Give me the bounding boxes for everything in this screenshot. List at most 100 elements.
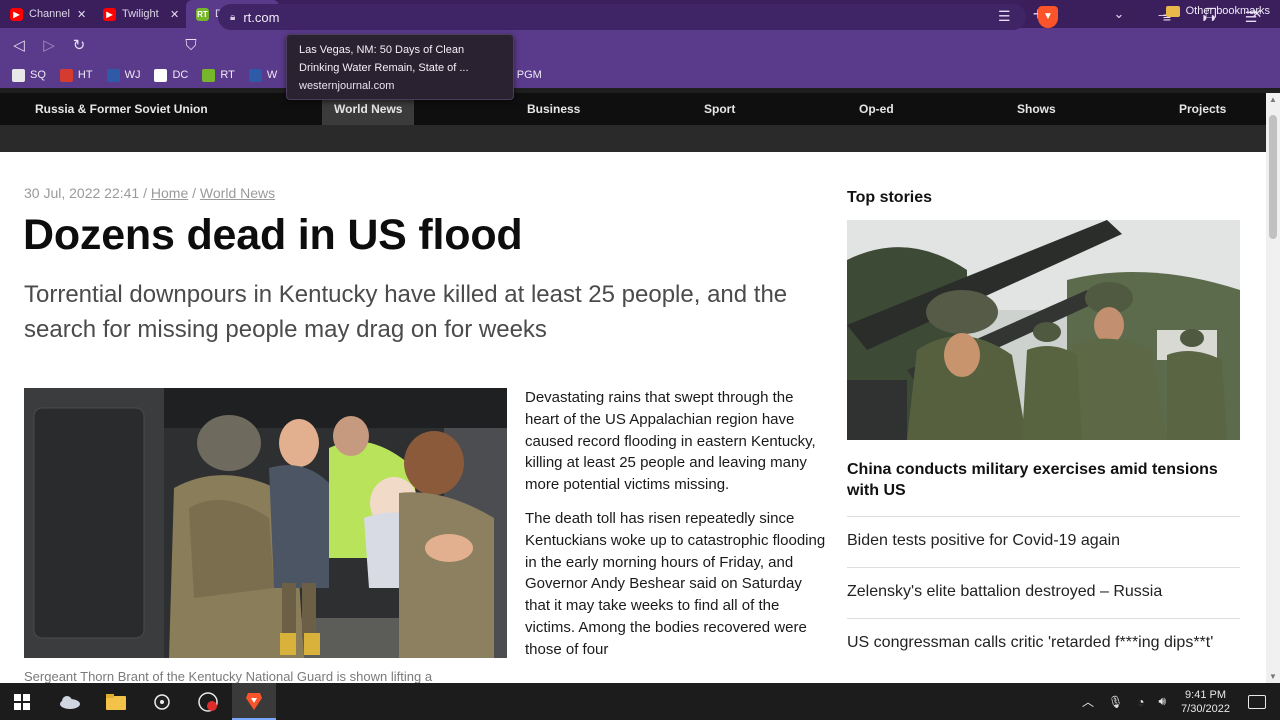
scroll-up-icon[interactable]: ▲ [1269,95,1277,104]
top-stories-heading: Top stories [847,189,933,206]
bookmark-icon[interactable]: ⛉ [176,31,206,59]
tab-favicon-icon: ▶ [10,7,23,21]
article-meta: 30 Jul, 2022 22:41 / Home / World News [24,185,275,201]
tab-hover-tooltip: Las Vegas, NM: 50 Days of Clean Drinking… [286,34,514,100]
bookmark-item[interactable]: SQ [12,68,46,82]
bookmark-label: RT [220,69,235,81]
nav-shows[interactable]: Shows [1017,93,1056,125]
reload-icon[interactable]: ↻ [64,31,94,59]
bookmark-favicon-icon [154,68,168,82]
bookmark-label: W [266,69,278,81]
notification-center-icon[interactable] [1248,694,1266,709]
tab-close-icon[interactable]: ✕ [170,8,180,21]
article-body: Devastating rains that swept through the… [525,387,830,673]
top-story-photo[interactable] [847,220,1240,440]
taskbar-app-weather[interactable] [48,683,92,720]
windows-logo-icon [14,693,30,710]
other-bookmarks-label: Other bookmarks [1185,5,1270,17]
bookmark-label: WJ [124,69,141,81]
scrollbar-thumb[interactable] [1269,115,1277,239]
navigation-bar: ◁ ▷ ↻ ⛉ [0,28,1280,62]
bookmarks-bar: SQHTWJDCRTWredditMAILGWPPGM [0,62,1280,88]
tab-favicon-icon: RT [196,7,209,21]
bookmark-item[interactable]: HT [59,68,93,82]
tab-title: Twilight [122,8,159,20]
breadcrumb-separator: / [139,185,151,201]
nav-projects[interactable]: Projects [1179,93,1226,125]
screen: ▶Channel cor✕▶Twilight✕RTDozens✕WLas Veg… [0,0,1280,720]
breadcrumb-home[interactable]: Home [151,185,188,201]
bookmark-favicon-icon [12,68,25,82]
article-paragraph: The death toll has risen repeatedly sinc… [525,509,826,658]
page-scrollbar[interactable]: ▲ ▼ [1266,93,1280,683]
start-button[interactable] [0,683,44,720]
address-bar[interactable]: 🔒︎ rt.com [218,4,1026,30]
other-bookmarks[interactable]: Other bookmarks [1165,5,1270,17]
network-icon[interactable]: ◔ [1137,695,1144,709]
lock-icon: 🔒︎ [230,11,236,23]
clock-date: 7/30/2022 [1181,702,1230,715]
article-photo [24,388,507,658]
clock-time: 9:41 PM [1185,688,1227,701]
flood-rescue-photo [24,388,507,658]
nav-russia[interactable]: Russia & Former Soviet Union [35,93,208,125]
article-paragraph: Devastating rains that swept through the… [525,389,816,494]
breadcrumb-world-news[interactable]: World News [200,185,275,201]
bookmark-item[interactable]: DC [154,68,189,82]
breadcrumb-separator: / [188,185,200,201]
tooltip-title-line1: Las Vegas, NM: 50 Days of Clean [299,44,465,56]
bookmark-favicon-icon [202,68,216,82]
record-icon [198,691,218,712]
nav-business[interactable]: Business [527,93,580,125]
bookmark-label: HT [77,69,93,81]
tab-title: Channel cor [29,8,73,20]
taskbar-app-file-explorer[interactable] [94,683,138,720]
taskbar-app-recorder[interactable] [186,683,230,720]
back-icon[interactable]: ◁ [4,31,34,59]
system-tray: ︿ 🎙︎ ◔ 🔊︎ 9:41 PM 7/30/2022 [1075,683,1280,720]
site-navigation: Russia & Former Soviet Union World News … [0,93,1266,125]
folder-icon [106,693,126,710]
tab-favicon-icon: ▶ [103,7,116,21]
brave-shields-icon[interactable]: ▼ [1038,6,1058,28]
top-story-headline[interactable]: China conducts military exercises amid t… [847,459,1240,501]
bookmark-favicon-icon [248,68,262,82]
bookmark-label: SQ [30,69,46,81]
bookmark-label: PGM [516,69,542,81]
bookmark-favicon-icon [59,68,73,82]
top-story-link[interactable]: US congressman calls critic 'retarded f*… [847,618,1240,652]
browser-tab[interactable]: ▶ Twilight ✕ [93,0,186,28]
taskbar-clock[interactable]: 9:41 PM 7/30/2022 [1181,688,1230,716]
bookmark-item[interactable]: W [248,68,278,82]
tray-overflow-icon[interactable]: ︿ [1082,693,1094,710]
photo-caption: Sergeant Thorn Brant of the Kentucky Nat… [24,669,433,683]
folder-icon [1165,5,1180,17]
taskbar-app-utility[interactable] [140,683,184,720]
taskbar-app-brave[interactable] [232,683,276,720]
top-story-link[interactable]: Biden tests positive for Covid-19 again [847,516,1240,550]
browser-tab[interactable]: ▶ Channel cor ✕ [0,0,93,28]
sub-navigation-bar [0,125,1266,152]
scroll-down-icon[interactable]: ▼ [1269,672,1277,681]
top-story-link[interactable]: Zelensky's elite battalion destroyed – R… [847,567,1240,601]
article-summary: Torrential downpours in Kentucky have ki… [24,281,788,343]
forward-icon[interactable]: ▷ [34,31,64,59]
reader-mode-icon[interactable]: ☰ [998,8,1011,25]
tab-close-icon[interactable]: ✕ [77,8,87,21]
cloud-icon [60,695,80,709]
microphone-icon[interactable]: 🎙︎ [1108,695,1123,709]
bookmark-item[interactable]: RT [202,68,235,82]
address-text: rt.com [243,9,280,25]
volume-icon[interactable]: 🔊︎ [1159,694,1167,709]
bookmark-item[interactable]: WJ [106,68,141,82]
bookmark-favicon-icon [106,68,120,82]
brave-lion-icon [246,692,262,710]
nav-sport[interactable]: Sport [704,93,735,125]
nav-op-ed[interactable]: Op-ed [859,93,894,125]
tooltip-domain: westernjournal.com [299,80,395,92]
tab-search-icon[interactable]: ⌄ [1096,6,1142,22]
tooltip-title-line2: Drinking Water Remain, State of ... [299,62,469,74]
bookmark-label: DC [172,69,189,81]
military-exercise-photo [847,220,1240,440]
windows-taskbar: ︿ 🎙︎ ◔ 🔊︎ 9:41 PM 7/30/2022 [0,683,1280,720]
